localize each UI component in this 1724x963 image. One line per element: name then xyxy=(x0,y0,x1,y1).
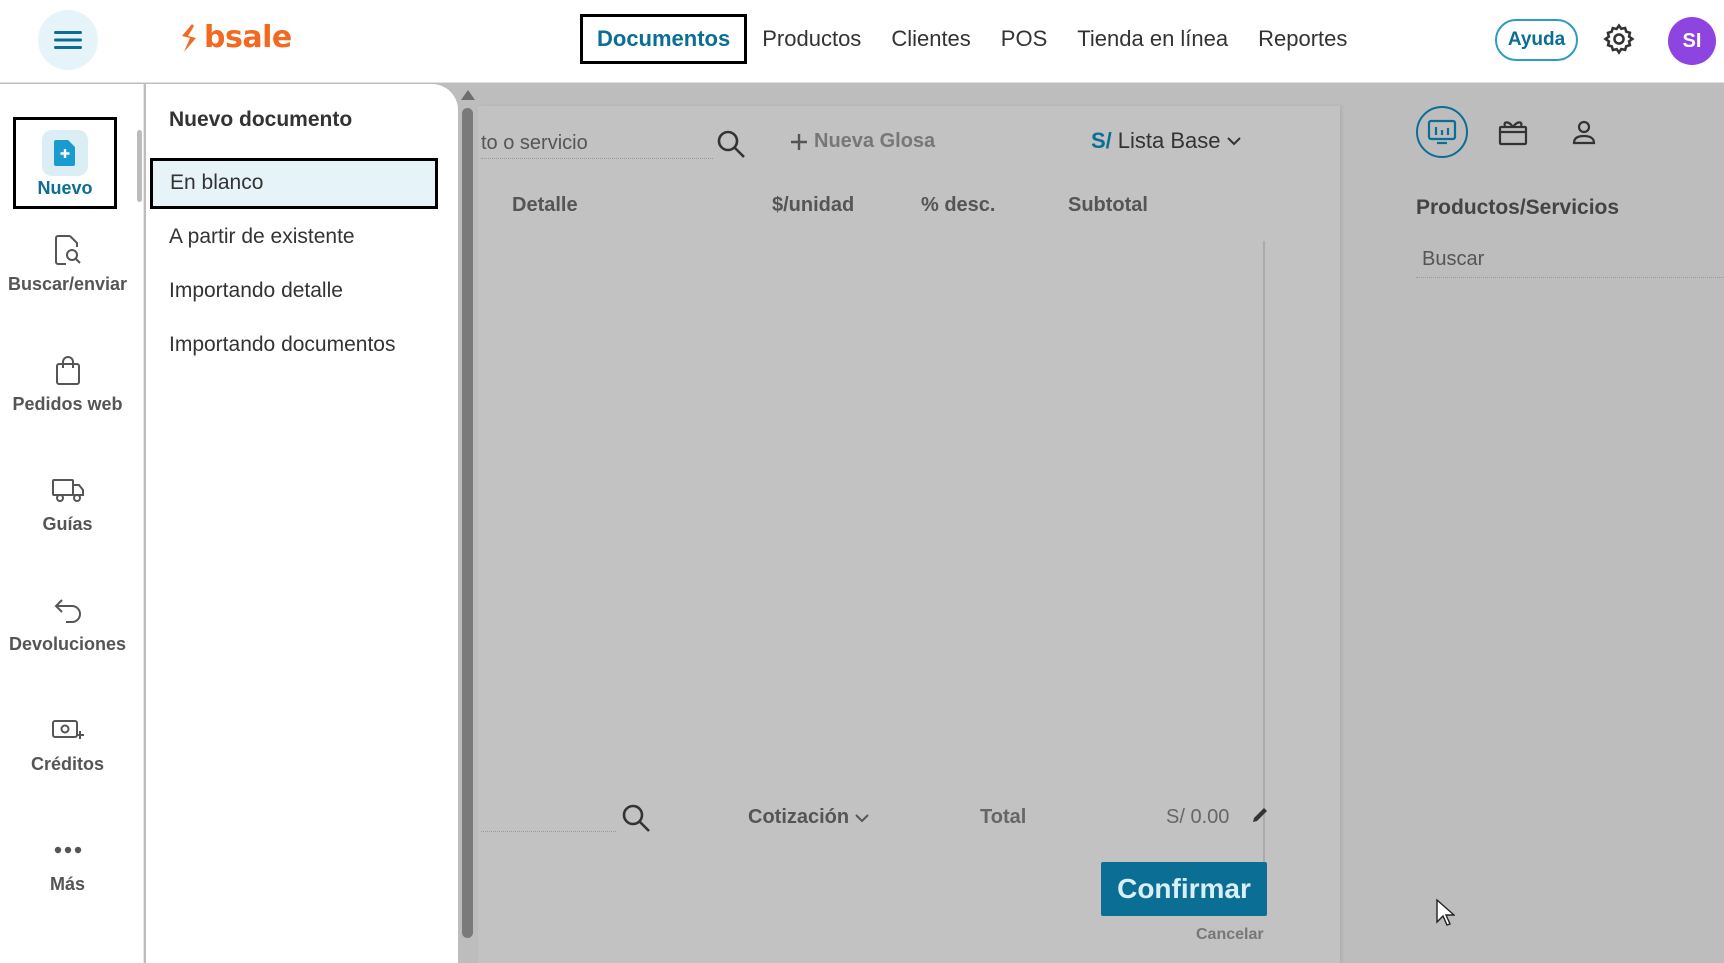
menu-scrollbar[interactable] xyxy=(458,84,478,963)
bsale-logo[interactable]: bsale xyxy=(178,20,292,55)
search-icon[interactable] xyxy=(715,128,747,165)
nav-documentos[interactable]: Documentos xyxy=(580,14,748,64)
document-editor: to o servicio Nueva Glosa S/ Lista Base … xyxy=(478,106,1340,963)
column-header-subtotal: Subtotal xyxy=(1068,194,1148,216)
menu-item-a-partir-de-existente[interactable]: A partir de existente xyxy=(169,225,355,249)
gear-icon[interactable] xyxy=(1602,22,1636,56)
mouse-cursor-icon xyxy=(1435,898,1456,933)
column-header-descuento: % desc. xyxy=(921,194,996,216)
price-list-label: Lista Base xyxy=(1117,128,1221,153)
products-search-input[interactable]: Buscar xyxy=(1416,248,1724,278)
sidebar-item-guias[interactable]: Guías xyxy=(0,472,135,535)
sidebar-item-nuevo[interactable]: Nuevo xyxy=(13,117,117,209)
column-header-detalle: Detalle xyxy=(512,194,578,216)
new-glosa-label: Nueva Glosa xyxy=(814,130,936,152)
top-navigation: Documentos Productos Clientes POS Tienda… xyxy=(580,14,1362,64)
nav-clientes[interactable]: Clientes xyxy=(876,16,985,62)
currency-symbol: S/ xyxy=(1091,128,1112,153)
sidebar-item-label: Más xyxy=(49,874,85,894)
left-sidebar: Nuevo Buscar/enviar Pedidos web Guías De… xyxy=(0,84,144,963)
confirm-button[interactable]: Confirmar xyxy=(1101,862,1267,916)
sidebar-item-mas[interactable]: Más xyxy=(0,832,135,895)
shopping-bag-icon xyxy=(50,352,86,388)
sidebar-item-label: Pedidos web xyxy=(12,394,123,414)
chevron-down-icon xyxy=(1226,137,1241,146)
more-dots-icon xyxy=(50,832,86,868)
return-arrow-icon xyxy=(50,592,86,628)
truck-icon xyxy=(50,472,86,508)
top-header: bsale Documentos Productos Clientes POS … xyxy=(0,0,1724,83)
nav-pos[interactable]: POS xyxy=(986,16,1062,62)
table-divider xyxy=(1263,241,1265,878)
sidebar-item-pedidos-web[interactable]: Pedidos web xyxy=(0,352,135,415)
menu-item-importando-detalle[interactable]: Importando detalle xyxy=(169,279,343,303)
help-button[interactable]: Ayuda xyxy=(1495,19,1578,61)
chevron-down-icon xyxy=(855,813,869,822)
sidebar-item-creditos[interactable]: Créditos xyxy=(0,712,135,775)
money-plus-icon xyxy=(50,712,86,748)
product-search-input[interactable]: to o servicio xyxy=(481,132,588,155)
sidebar-item-buscar-enviar[interactable]: Buscar/enviar xyxy=(0,232,135,295)
plus-icon xyxy=(791,133,807,150)
total-value: S/ 0.00 xyxy=(1166,806,1230,828)
nav-tienda-en-linea[interactable]: Tienda en línea xyxy=(1062,16,1243,62)
sidebar-item-label: Guías xyxy=(42,514,93,534)
person-icon[interactable] xyxy=(1558,106,1610,158)
nav-reportes[interactable]: Reportes xyxy=(1243,16,1362,62)
sidebar-item-label: Devoluciones xyxy=(8,634,127,654)
client-search-icon[interactable] xyxy=(620,802,652,839)
new-document-icon xyxy=(42,130,88,176)
hamburger-menu-icon[interactable] xyxy=(38,10,98,70)
product-search-underline xyxy=(481,158,713,159)
menu-title: Nuevo documento xyxy=(169,108,353,131)
total-label: Total xyxy=(980,806,1027,828)
logo-text: bsale xyxy=(204,20,292,55)
user-avatar[interactable]: SI xyxy=(1668,17,1716,65)
sidebar-item-devoluciones[interactable]: Devoluciones xyxy=(0,592,135,655)
products-grid-icon[interactable] xyxy=(1416,106,1468,158)
sidebar-scrollbar[interactable] xyxy=(137,130,142,202)
sidebar-item-label: Nuevo xyxy=(37,178,93,198)
scroll-up-arrow-icon[interactable] xyxy=(461,90,475,100)
new-document-menu: Nuevo documento En blanco A partir de ex… xyxy=(146,84,458,963)
bsale-logo-icon xyxy=(182,23,196,52)
sidebar-item-label: Buscar/enviar xyxy=(7,274,128,294)
nav-productos[interactable]: Productos xyxy=(747,16,876,62)
document-type-label: Cotización xyxy=(748,806,850,828)
products-services-title: Productos/Servicios xyxy=(1416,196,1620,219)
pencil-edit-icon[interactable] xyxy=(1250,805,1270,830)
client-search-underline xyxy=(481,831,616,832)
document-search-icon xyxy=(50,232,86,268)
menu-item-en-blanco[interactable]: En blanco xyxy=(150,158,438,209)
right-panel: Productos/Servicios Buscar xyxy=(1345,84,1724,963)
gift-box-icon[interactable] xyxy=(1487,106,1539,158)
sidebar-item-label: Créditos xyxy=(30,754,104,774)
column-header-precio-unidad: $/unidad xyxy=(772,194,855,216)
menu-item-importando-documentos[interactable]: Importando documentos xyxy=(169,333,395,357)
new-glosa-button[interactable]: Nueva Glosa xyxy=(790,130,935,153)
cancel-link[interactable]: Cancelar xyxy=(1196,926,1264,944)
price-list-selector[interactable]: S/ Lista Base xyxy=(1091,128,1241,154)
document-type-selector[interactable]: Cotización xyxy=(748,806,869,829)
scrollbar-thumb[interactable] xyxy=(462,108,473,938)
